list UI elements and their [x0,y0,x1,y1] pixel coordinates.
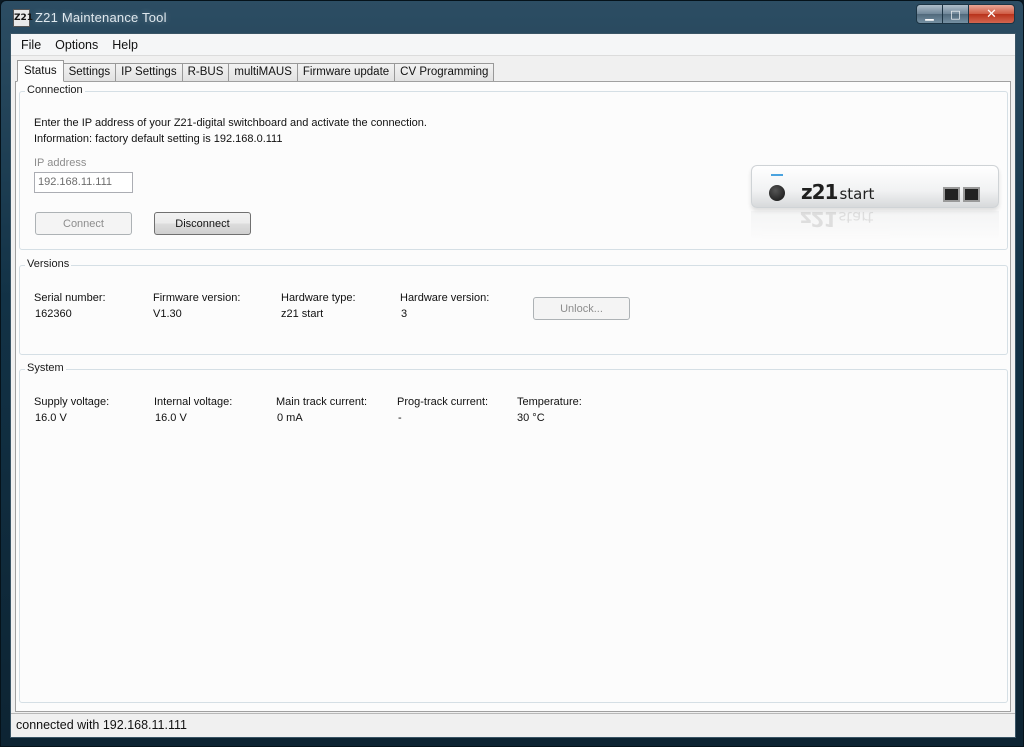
versions-group: Versions Serial number: 162360 Firmware … [19,258,1008,355]
tab-cv-programming[interactable]: CV Programming [395,63,495,82]
firmware-version-label: Firmware version: [153,292,241,304]
tab-multimaus[interactable]: multiMAUS [229,63,298,82]
hardware-type-value: z21 start [281,308,324,320]
r-bus-port-icon [943,187,960,202]
close-icon: ✕ [986,6,997,22]
client-area: File Options Help Status Settings IP Set… [10,33,1016,738]
status-bar: connected with 192.168.11.111 [11,713,1015,737]
connection-instructions: Enter the IP address of your Z21-digital… [34,117,427,129]
supply-voltage-value: 16.0 V [35,412,67,424]
device-led [771,174,783,176]
system-group-label: System [25,362,66,374]
connection-group: Connection Enter the IP address of your … [19,84,1008,250]
temperature-label: Temperature: [517,396,582,408]
maximize-button[interactable]: □ [943,4,969,24]
menu-help[interactable]: Help [105,38,145,52]
ip-address-input[interactable]: 192.168.11.111 [34,172,133,193]
factory-default-info: Information: factory default setting is … [34,133,283,145]
serial-number-label: Serial number: [34,292,106,304]
ip-address-label: IP address [34,157,87,169]
window-controls: ▁ □ ✕ [916,4,1015,24]
close-button[interactable]: ✕ [969,4,1015,24]
main-track-current-value: 0 mA [277,412,303,424]
tab-r-bus[interactable]: R-BUS [182,63,230,82]
tab-settings[interactable]: Settings [63,63,117,82]
x-bus-port-icon [963,187,980,202]
status-tab-panel: Connection Enter the IP address of your … [15,81,1011,712]
window-title: Z21 Maintenance Tool [35,10,167,25]
disconnect-button[interactable]: Disconnect [154,212,251,235]
tab-firmware-update[interactable]: Firmware update [297,63,396,82]
internal-voltage-value: 16.0 V [155,412,187,424]
firmware-version-value: V1.30 [153,308,182,320]
title-bar[interactable]: Z21 Z21 Maintenance Tool ▁ □ ✕ [1,1,1023,34]
z21-app-icon: Z21 [13,9,33,27]
prog-track-current-value: - [398,412,402,424]
tab-ip-settings[interactable]: IP Settings [116,63,183,82]
device-body: z21 start [751,165,999,208]
app-window: Z21 Z21 Maintenance Tool ▁ □ ✕ File Opti… [0,0,1024,747]
minimize-icon: ▁ [925,7,934,21]
temperature-value: 30 °C [517,412,545,424]
connection-status-text: connected with 192.168.11.111 [16,718,187,732]
prog-track-current-label: Prog-track current: [397,396,489,408]
hardware-version-label: Hardware version: [400,292,490,304]
hardware-type-label: Hardware type: [281,292,356,304]
menu-bar: File Options Help [11,34,1015,56]
hardware-version-value: 3 [401,308,408,320]
tab-strip: Status Settings IP Settings R-BUS multiM… [17,60,495,82]
menu-options[interactable]: Options [48,38,105,52]
menu-file[interactable]: File [14,38,48,52]
unlock-button[interactable]: Unlock... [533,297,630,320]
system-group: System Supply voltage: 16.0 V Internal v… [19,362,1008,703]
device-logo: z21 start [801,180,875,204]
serial-number-value: 162360 [35,308,72,320]
z21-start-device-image: z21 start z21 start [751,165,999,245]
supply-voltage-label: Supply voltage: [34,396,110,408]
connect-button[interactable]: Connect [35,212,132,235]
tab-status[interactable]: Status [17,60,64,82]
internal-voltage-label: Internal voltage: [154,396,233,408]
connection-group-label: Connection [25,84,85,96]
maximize-icon: □ [950,7,961,21]
minimize-button[interactable]: ▁ [916,4,943,24]
stop-button-icon [769,185,785,201]
device-reflection: z21 start [751,211,999,241]
versions-group-label: Versions [25,258,72,270]
main-track-current-label: Main track current: [276,396,368,408]
